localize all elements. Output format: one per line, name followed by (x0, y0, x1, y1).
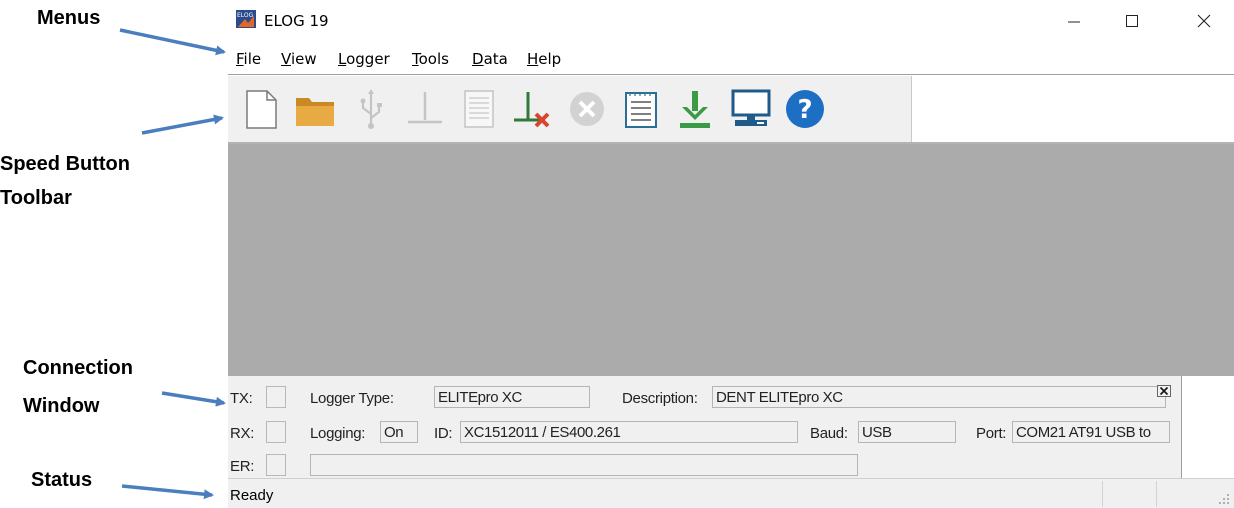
menu-bar: File View Logger Tools Data Help (228, 46, 1234, 72)
port-field: COM21 AT91 USB to (1012, 421, 1170, 443)
logger-type-label: Logger Type: (310, 390, 394, 407)
description-field: DENT ELITEpro XC (712, 386, 1166, 408)
er-indicator (266, 454, 286, 476)
window-title: ELOG 19 (264, 12, 329, 30)
menu-logger[interactable]: Logger (338, 50, 390, 68)
annotation-connection-2: Window (23, 395, 100, 417)
annotation-menus: Menus (37, 7, 101, 29)
status-panel (1102, 481, 1156, 507)
annotation-speed-toolbar-2: Toolbar (0, 187, 72, 209)
status-bar: Ready (228, 478, 1234, 508)
mdi-workspace[interactable] (228, 144, 1234, 376)
status-panel (1156, 481, 1210, 507)
tx-indicator (266, 386, 286, 408)
resize-grip-icon[interactable] (1218, 493, 1230, 505)
menu-data[interactable]: Data (472, 50, 508, 68)
computer-icon[interactable] (730, 88, 772, 130)
description-label: Description: (622, 390, 698, 407)
svg-text:ELOG: ELOG (237, 12, 254, 19)
title-bar[interactable]: ELOG ELOG 19 (228, 0, 1234, 42)
arrow-status (121, 484, 214, 500)
menu-file[interactable]: File (236, 50, 261, 68)
arrow-speed-toolbar (141, 114, 224, 135)
rx-label: RX: (230, 425, 255, 442)
svg-text:?: ? (797, 95, 812, 125)
minimize-button[interactable] (1054, 6, 1094, 36)
disconnect-icon[interactable] (404, 88, 446, 130)
logging-label: Logging: (310, 425, 366, 442)
help-icon[interactable]: ? (784, 88, 826, 130)
stop-logging-icon[interactable] (512, 88, 554, 130)
er-label: ER: (230, 458, 255, 475)
connection-window: TX: Logger Type: ELITEpro XC Description… (228, 376, 1182, 478)
message-field (310, 454, 858, 476)
menu-help[interactable]: Help (527, 50, 561, 68)
id-label: ID: (434, 425, 453, 442)
download-icon[interactable] (674, 88, 716, 130)
port-label: Port: (976, 425, 1007, 442)
rx-indicator (266, 421, 286, 443)
speed-button-toolbar: ? (228, 76, 912, 142)
open-folder-icon[interactable] (294, 88, 336, 130)
new-document-icon[interactable] (240, 88, 282, 130)
annotation-connection-1: Connection (23, 357, 133, 379)
cancel-icon[interactable] (566, 88, 608, 130)
tx-label: TX: (230, 390, 253, 407)
baud-field: USB (858, 421, 956, 443)
usb-connect-icon[interactable] (350, 88, 392, 130)
menu-separator (228, 74, 1234, 75)
close-icon (1157, 385, 1171, 397)
baud-label: Baud: (810, 425, 848, 442)
annotation-speed-toolbar-1: Speed Button (0, 153, 130, 175)
menu-tools[interactable]: Tools (412, 50, 449, 68)
maximize-button[interactable] (1112, 6, 1152, 36)
connection-close-button[interactable] (1157, 384, 1171, 397)
arrow-menus (119, 28, 226, 56)
notepad-icon[interactable] (620, 88, 662, 130)
connection-window-gutter (1182, 376, 1234, 478)
close-icon (1197, 14, 1211, 28)
logging-field: On (380, 421, 418, 443)
menu-view[interactable]: View (281, 50, 317, 68)
elog-app-icon: ELOG (236, 10, 256, 28)
id-field: XC1512011 / ES400.261 (460, 421, 798, 443)
elog-window: ELOG ELOG 19 File View Logger Tools Data… (228, 0, 1234, 508)
annotation-status: Status (31, 469, 93, 491)
logger-type-field: ELITEpro XC (434, 386, 590, 408)
log-sheet-icon[interactable] (458, 88, 500, 130)
arrow-connection (161, 391, 226, 407)
close-button[interactable] (1184, 6, 1224, 36)
status-text: Ready (230, 487, 274, 504)
